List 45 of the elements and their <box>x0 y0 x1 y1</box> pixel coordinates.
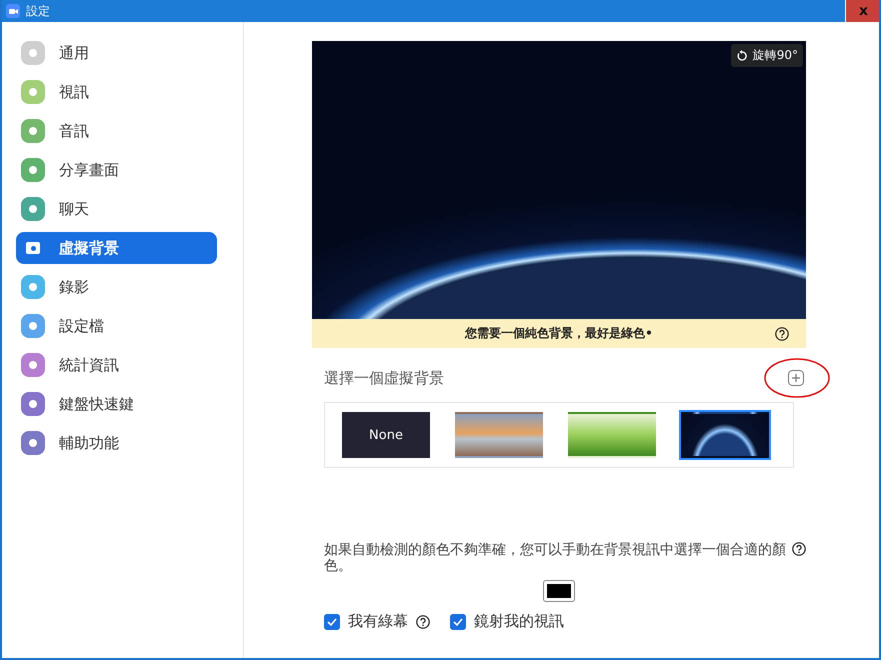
help-icon[interactable] <box>775 326 789 340</box>
settings-category-icon <box>21 431 45 455</box>
background-thumbnail[interactable] <box>568 412 656 458</box>
sidebar-item[interactable]: 分享畫面 <box>16 154 217 186</box>
settings-category-icon <box>21 158 45 182</box>
sidebar-item[interactable]: 輔助功能 <box>16 427 217 459</box>
settings-category-icon <box>21 392 45 416</box>
sidebar-item[interactable]: 聊天 <box>16 193 217 225</box>
notice-text: 您需要一個純色背景，最好是綠色• <box>465 325 653 342</box>
background-thumbnail[interactable] <box>455 412 543 458</box>
sidebar-item[interactable]: 錄影 <box>16 271 217 303</box>
background-thumbnail[interactable] <box>681 412 769 458</box>
rotate-button[interactable]: 旋轉90° <box>730 44 803 67</box>
settings-category-icon <box>21 41 45 65</box>
checkbox[interactable] <box>450 614 466 630</box>
close-button[interactable]: x <box>845 0 879 22</box>
settings-category-icon <box>21 197 45 221</box>
window-title: 設定 <box>26 2 51 20</box>
help-icon[interactable] <box>416 614 430 628</box>
checkmark-icon <box>326 616 338 628</box>
settings-category-icon <box>21 119 45 143</box>
camera-icon <box>6 4 20 18</box>
checkmark-icon <box>452 616 464 628</box>
help-icon[interactable] <box>792 542 806 556</box>
settings-category-icon <box>21 80 45 104</box>
sidebar-item[interactable]: 虛擬背景 <box>16 232 217 264</box>
settings-category-icon <box>21 314 45 338</box>
sidebar-item[interactable]: 鍵盤快速鍵 <box>16 388 217 420</box>
sidebar-item[interactable]: 視訊 <box>16 76 217 108</box>
checkbox-label: 鏡射我的視訊 <box>474 612 564 631</box>
none-option[interactable]: None <box>342 412 430 458</box>
color-hint-text: 如果自動檢測的顏色不夠準確，您可以手動在背景視訊中選擇一個合適的顏色。 <box>324 542 786 574</box>
sidebar-item[interactable]: 音訊 <box>16 115 217 147</box>
sidebar-item[interactable]: 統計資訊 <box>16 349 217 381</box>
color-picker[interactable] <box>543 580 575 602</box>
settings-category-icon <box>21 353 45 377</box>
add-icon[interactable] <box>788 370 804 386</box>
checkbox[interactable] <box>324 614 340 630</box>
settings-category-icon <box>26 242 40 254</box>
sidebar-item[interactable]: 設定檔 <box>16 310 217 342</box>
settings-category-icon <box>21 275 45 299</box>
rotate-icon <box>736 50 748 62</box>
checkbox-label: 我有綠幕 <box>348 612 408 631</box>
sidebar-item[interactable]: 通用 <box>16 37 217 69</box>
section-heading: 選擇一個虛擬背景 <box>324 368 444 388</box>
